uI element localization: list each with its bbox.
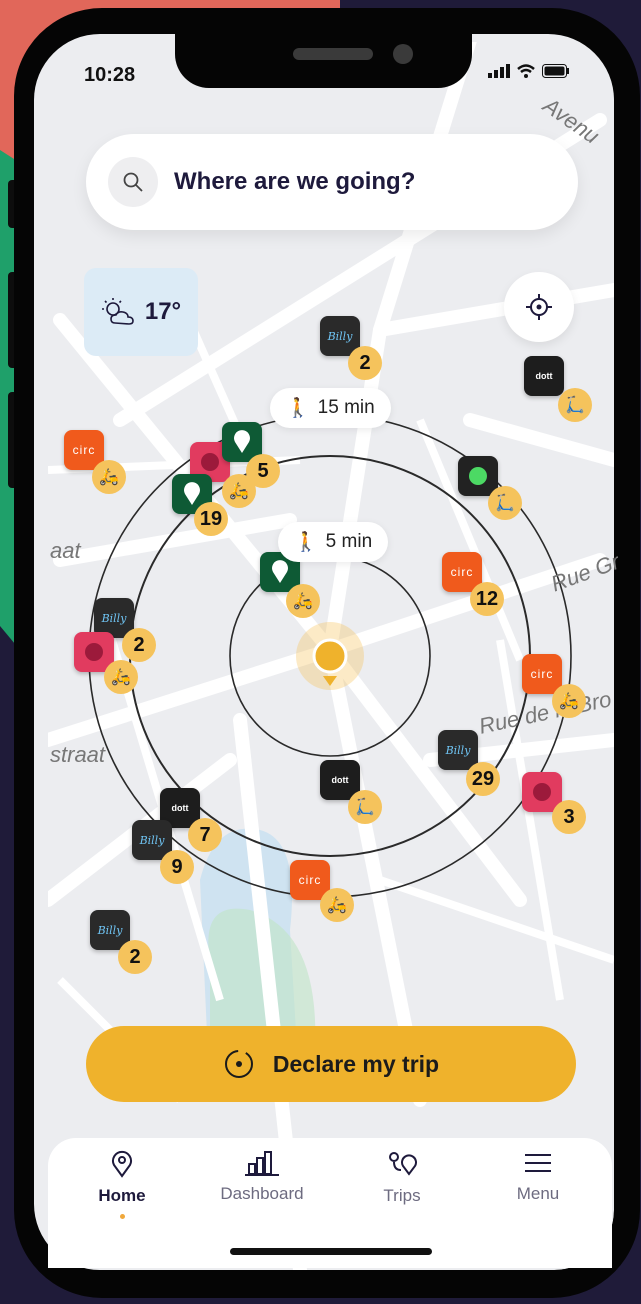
count-badge: 2 (122, 628, 156, 662)
moped-icon: 🛵 (552, 684, 586, 718)
scooter-icon: 🛴 (558, 388, 592, 422)
status-icons (488, 64, 570, 78)
target-icon (224, 1050, 253, 1078)
declare-trip-button[interactable]: Declare my trip (86, 1026, 576, 1102)
street-label: straat (50, 742, 106, 767)
street-label: aat (50, 538, 81, 563)
weather-widget: 17° (84, 268, 198, 356)
walking-icon: 🚶 (294, 532, 318, 553)
declare-trip-label: Declare my trip (272, 1050, 440, 1077)
tab-home[interactable]: Home (62, 1150, 182, 1219)
count-badge: 2 (348, 346, 382, 380)
tab-dashboard[interactable]: Dashboard (202, 1150, 322, 1204)
count-badge: 19 (194, 502, 228, 536)
search-bar[interactable]: Where are we going? (86, 134, 578, 230)
count-badge: 29 (466, 762, 500, 796)
count-badge: 12 (470, 582, 504, 616)
temperature: 17° (144, 298, 182, 325)
phone-notch (175, 28, 472, 88)
count-badge: 9 (160, 850, 194, 884)
partly-cloudy-icon (101, 298, 134, 325)
location-pin-icon (112, 1150, 132, 1178)
route-icon (389, 1152, 417, 1176)
tab-trips[interactable]: Trips (342, 1150, 462, 1206)
count-badge: 7 (188, 818, 222, 852)
tab-menu[interactable]: Menu (478, 1150, 598, 1204)
scooter-icon: 🛴 (348, 790, 382, 824)
crosshair-icon (526, 294, 552, 320)
search-icon (108, 157, 158, 207)
moped-icon: 🛵 (104, 660, 138, 694)
count-badge: 2 (118, 940, 152, 974)
moped-icon: 🛵 (92, 460, 126, 494)
search-placeholder: Where are we going? (174, 168, 416, 195)
dott-marker[interactable]: dott (524, 356, 564, 396)
moped-icon: 🛵 (222, 474, 256, 508)
walking-icon: 🚶 (286, 398, 310, 419)
moped-icon: 🛵 (286, 584, 320, 618)
active-indicator (119, 1214, 125, 1219)
status-time: 10:28 (84, 64, 136, 86)
home-indicator (230, 1248, 432, 1255)
bar-chart-icon (245, 1151, 279, 1176)
wifi-icon (517, 64, 535, 78)
scooter-icon: 🛴 (488, 486, 522, 520)
count-badge: 3 (552, 800, 586, 834)
billy-marker[interactable]: Billy (438, 730, 478, 770)
moped-icon: 🛵 (320, 888, 354, 922)
walk-15-label: 🚶 15 min (270, 388, 391, 428)
battery-icon (542, 64, 569, 78)
walk-5-label: 🚶 5 min (278, 522, 389, 562)
menu-icon (525, 1154, 551, 1172)
locate-me-button[interactable] (504, 272, 574, 342)
signal-icon (488, 64, 510, 78)
